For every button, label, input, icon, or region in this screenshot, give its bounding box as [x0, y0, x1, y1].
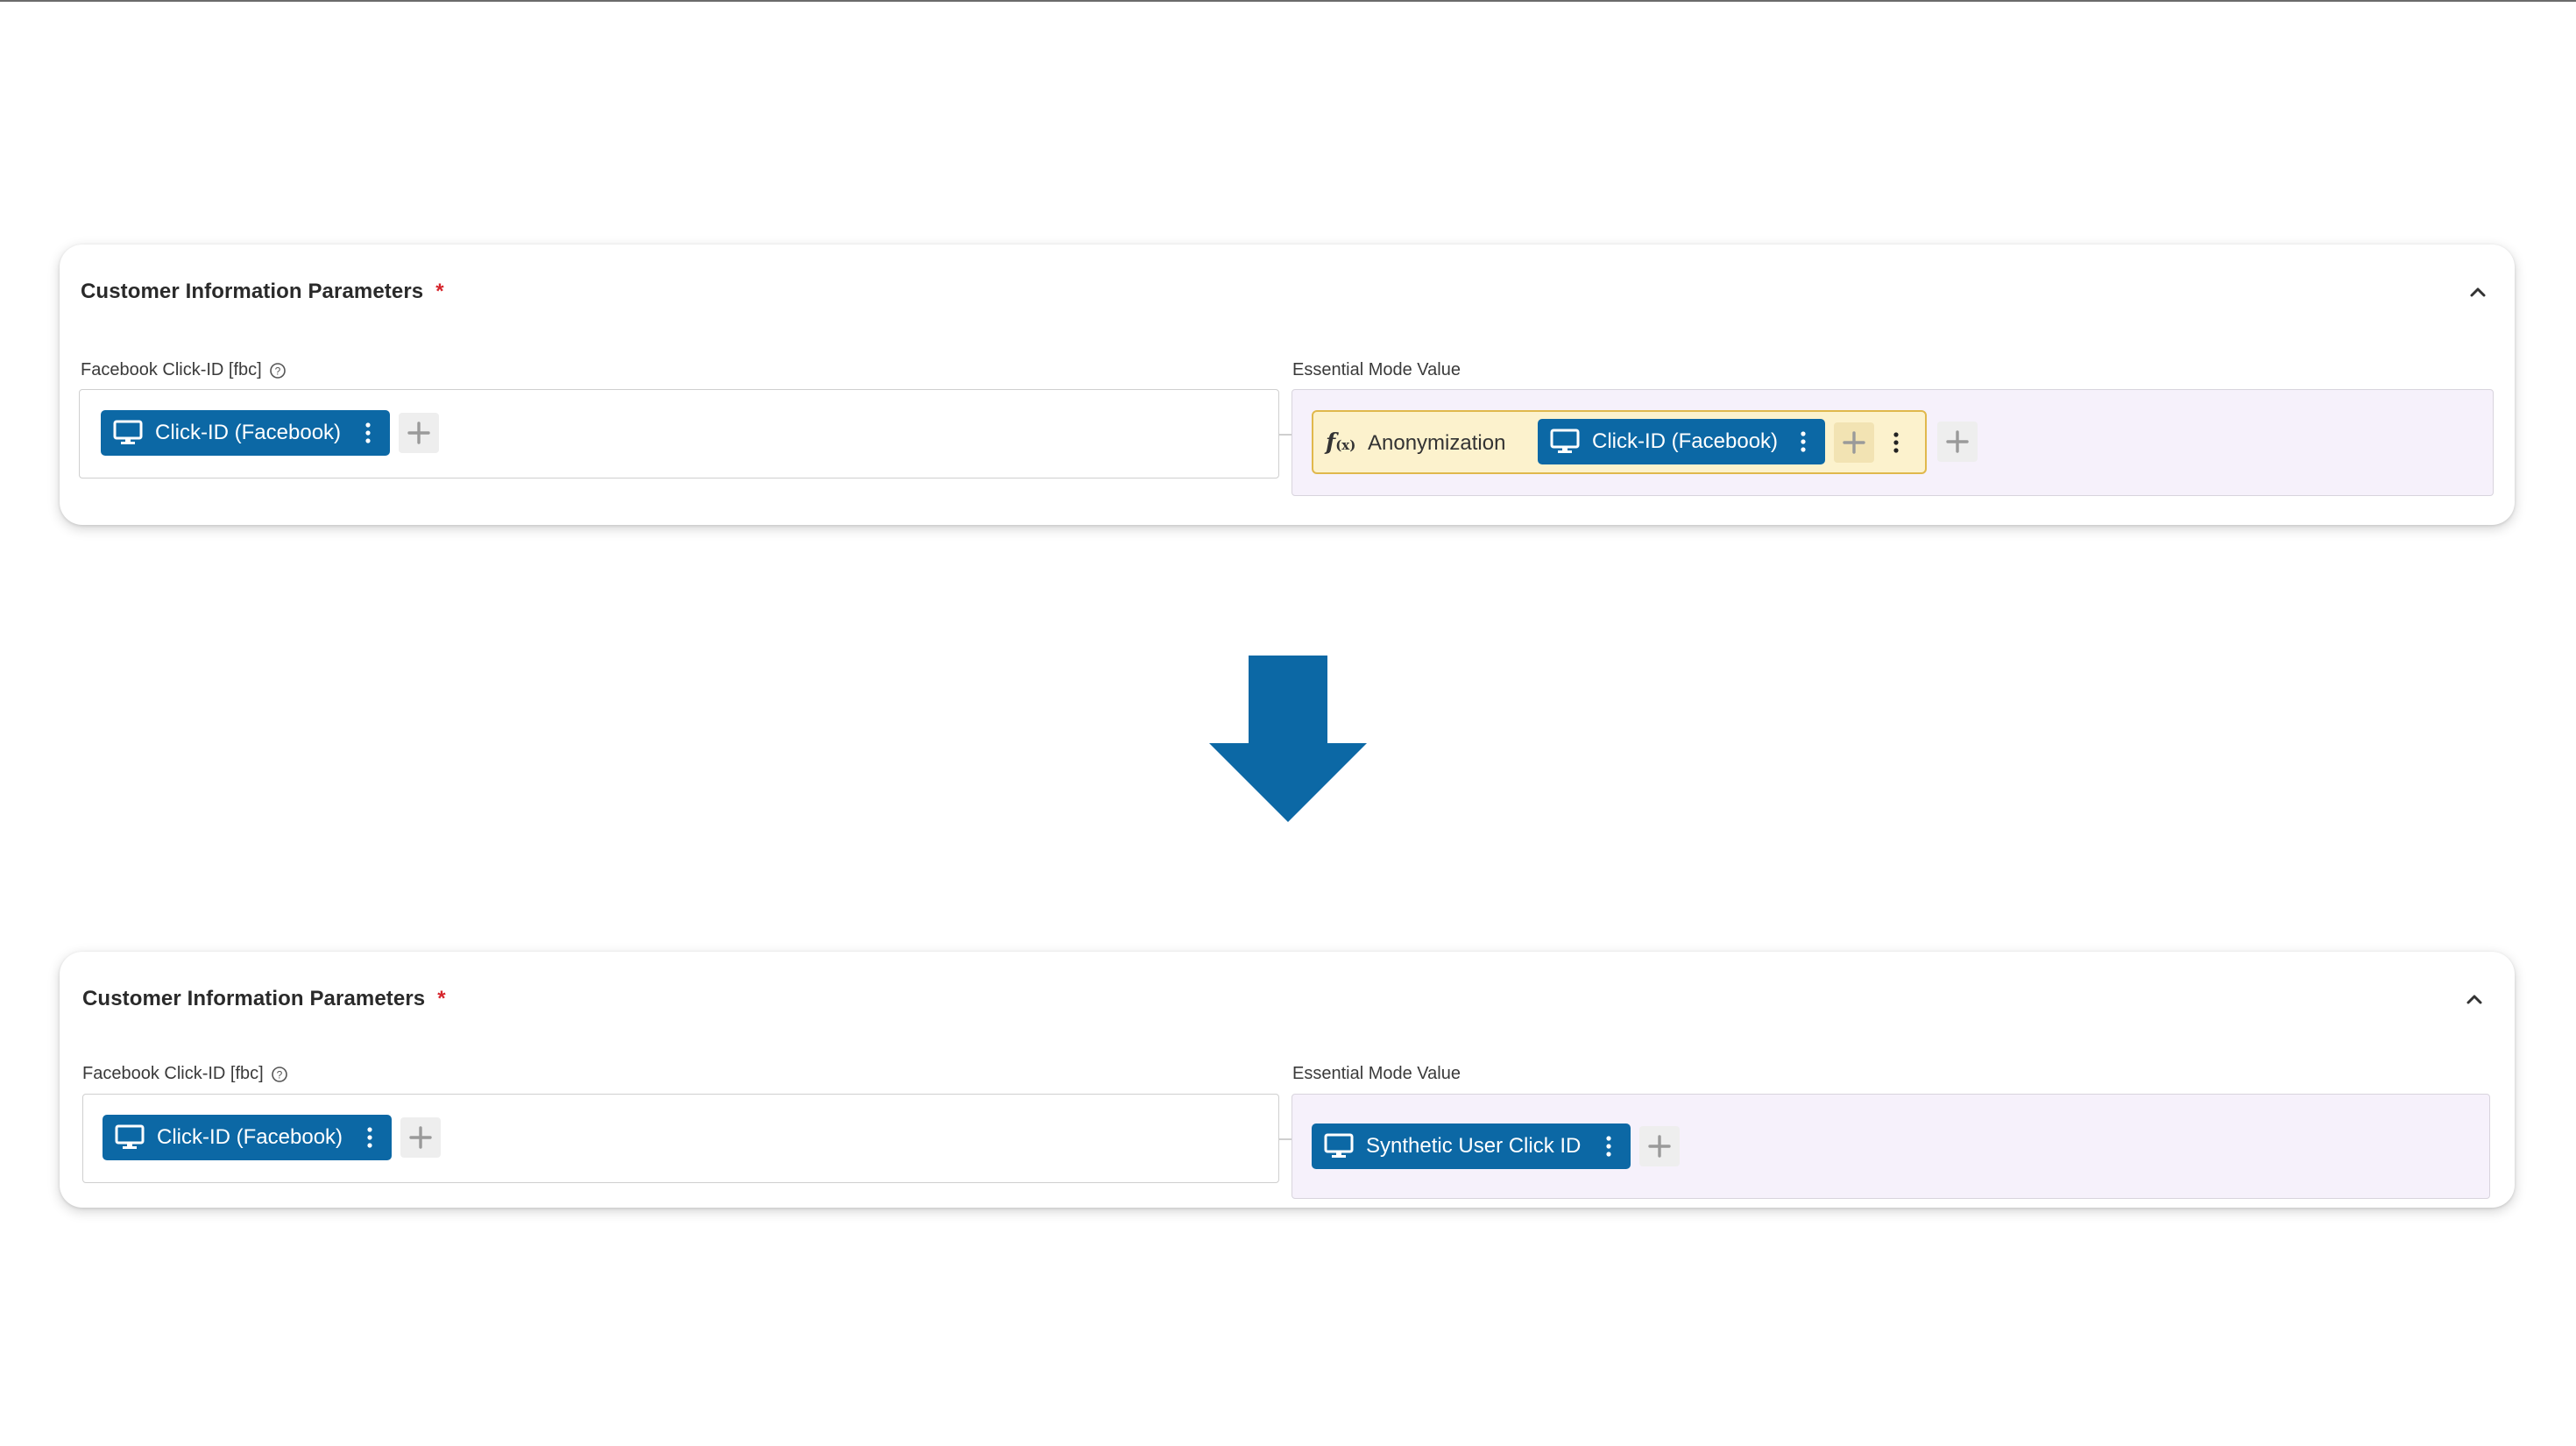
- top-divider: [0, 0, 2576, 2]
- required-mark: *: [435, 280, 444, 303]
- customer-info-card-before: Customer Information Parameters * Faceboo…: [60, 245, 2515, 525]
- kebab-menu-icon[interactable]: [365, 1126, 374, 1149]
- function-label: Anonymization: [1368, 431, 1506, 455]
- field-connector: [1279, 434, 1292, 436]
- chevron-up-icon[interactable]: [2462, 987, 2487, 1011]
- monitor-icon: [1550, 429, 1580, 453]
- function-icon: f(x): [1326, 429, 1356, 456]
- fbc-field-label: Facebook Click-ID [fbc] ?: [82, 1064, 288, 1084]
- card-title: Customer Information Parameters *: [81, 280, 444, 304]
- monitor-icon: [113, 420, 143, 444]
- plus-icon: [1946, 430, 1969, 453]
- kebab-menu-icon[interactable]: [1604, 1135, 1613, 1158]
- fbc-field-label: Facebook Click-ID [fbc] ?: [81, 360, 287, 380]
- essential-mode-box[interactable]: Synthetic User Click ID: [1292, 1094, 2490, 1199]
- fbc-label-text: Facebook Click-ID [fbc]: [82, 1064, 264, 1083]
- fbc-label-text: Facebook Click-ID [fbc]: [81, 360, 262, 379]
- svg-text:?: ?: [274, 365, 280, 377]
- variable-chip[interactable]: Click-ID (Facebook): [101, 410, 390, 456]
- info-circle-icon[interactable]: ?: [269, 362, 287, 379]
- add-value-button[interactable]: [399, 413, 439, 453]
- field-connector: [1279, 1138, 1292, 1140]
- add-value-button[interactable]: [400, 1117, 441, 1158]
- card-title-text: Customer Information Parameters: [82, 987, 426, 1010]
- variable-chip[interactable]: Click-ID (Facebook): [103, 1115, 392, 1160]
- arrow-down-icon: [1209, 656, 1367, 822]
- variable-chip[interactable]: Synthetic User Click ID: [1312, 1123, 1631, 1169]
- add-value-button[interactable]: [1937, 422, 1978, 462]
- add-value-button[interactable]: [1639, 1126, 1680, 1166]
- variable-chip[interactable]: Click-ID (Facebook): [1538, 419, 1825, 464]
- essential-label-text: Essential Mode Value: [1292, 1064, 1461, 1083]
- monitor-icon: [1324, 1133, 1354, 1158]
- essential-mode-label: Essential Mode Value: [1292, 1064, 1461, 1084]
- kebab-menu-icon[interactable]: [364, 422, 372, 444]
- fbc-value-box[interactable]: Click-ID (Facebook): [82, 1094, 1279, 1183]
- chevron-up-icon[interactable]: [2466, 280, 2490, 304]
- required-mark: *: [437, 987, 446, 1010]
- essential-mode-label: Essential Mode Value: [1292, 360, 1461, 380]
- card-title-text: Customer Information Parameters: [81, 280, 424, 303]
- svg-text:?: ?: [276, 1068, 282, 1081]
- plus-icon: [409, 1126, 432, 1149]
- chip-label: Click-ID (Facebook): [1592, 429, 1779, 453]
- plus-icon: [1843, 431, 1865, 454]
- kebab-menu-icon[interactable]: [1892, 431, 1900, 454]
- essential-mode-box[interactable]: f(x) Anonymization Click-ID (Facebook): [1292, 389, 2494, 496]
- info-circle-icon[interactable]: ?: [271, 1066, 288, 1083]
- chip-label: Click-ID (Facebook): [155, 421, 342, 444]
- kebab-menu-icon[interactable]: [1799, 430, 1808, 453]
- customer-info-card-after: Customer Information Parameters * Faceboo…: [60, 952, 2515, 1208]
- add-argument-button[interactable]: [1834, 422, 1874, 463]
- card-title: Customer Information Parameters *: [82, 987, 446, 1011]
- chip-label: Synthetic User Click ID: [1366, 1134, 1582, 1158]
- monitor-icon: [115, 1124, 145, 1149]
- plus-icon: [407, 422, 430, 444]
- essential-label-text: Essential Mode Value: [1292, 360, 1461, 379]
- chip-label: Click-ID (Facebook): [157, 1125, 343, 1149]
- plus-icon: [1648, 1135, 1671, 1158]
- fbc-value-box[interactable]: Click-ID (Facebook): [79, 389, 1279, 478]
- anonymization-function[interactable]: f(x) Anonymization Click-ID (Facebook): [1312, 410, 1927, 474]
- comparison-page: Customer Information Parameters * Faceboo…: [0, 0, 2576, 1446]
